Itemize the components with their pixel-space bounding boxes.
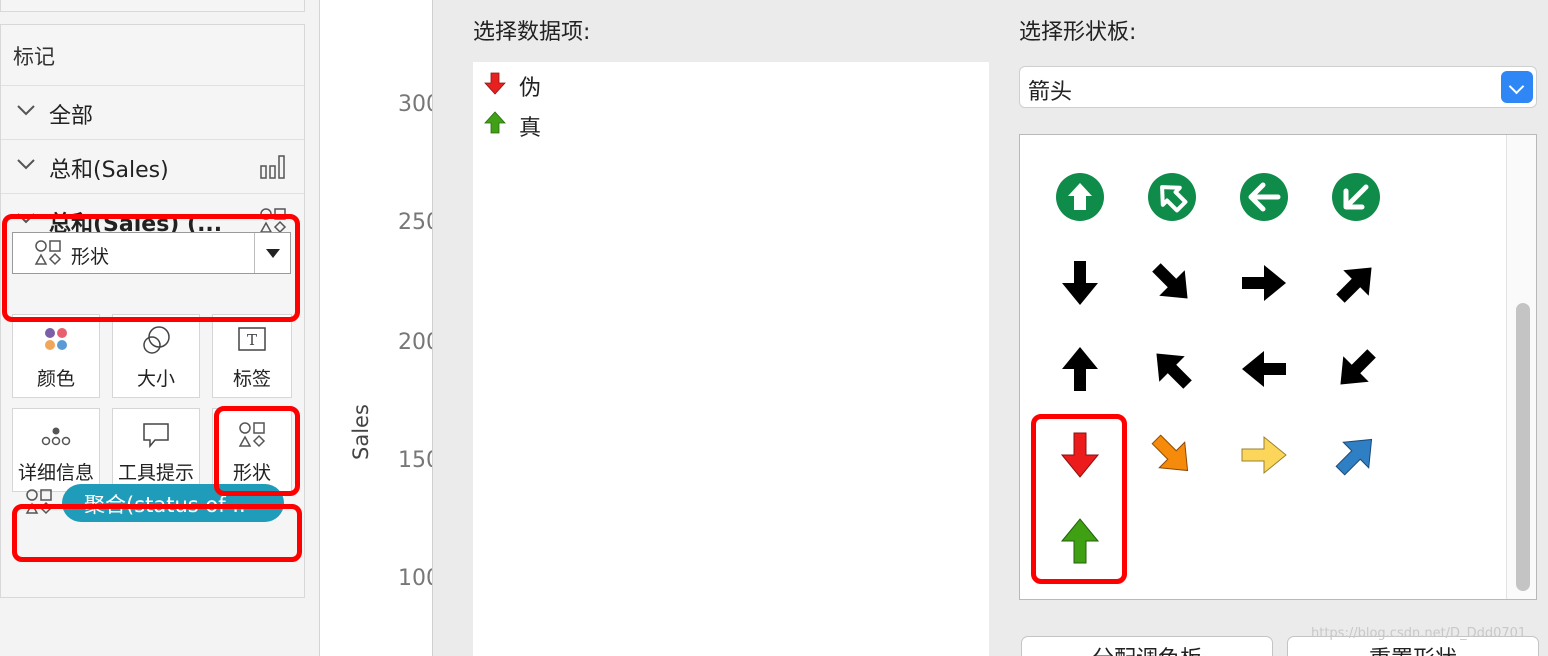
marks-row-all[interactable]: 全部 [1, 85, 304, 139]
label-label: 标签 [232, 368, 271, 390]
green-circle-up-arrow-icon[interactable] [1052, 169, 1108, 225]
shape-mark-icon [259, 208, 287, 234]
color-label: 颜色 [36, 368, 75, 390]
data-items-list: 伪 真 [473, 62, 989, 656]
black-up-arrow-icon[interactable] [1052, 341, 1108, 397]
data-item-label: 真 [519, 116, 542, 141]
label-button[interactable]: T 标签 [212, 314, 292, 398]
shape-palette-select[interactable]: 箭头 [1019, 66, 1537, 108]
shape-mark-icon [34, 240, 62, 266]
red-down-arrow-icon [484, 72, 506, 95]
detail-icon [41, 427, 71, 446]
field-pill[interactable]: 聚合(status of .. [62, 484, 284, 522]
size-icon [143, 326, 170, 354]
black-down-arrow-icon[interactable] [1052, 255, 1108, 311]
black-right-arrow-icon[interactable] [1236, 255, 1292, 311]
red-down-arrow-icon[interactable] [1052, 427, 1108, 483]
label-icon: T [238, 327, 266, 351]
green-circle-left-arrow-icon[interactable] [1236, 169, 1292, 225]
blue-up-right-arrow-icon[interactable] [1328, 427, 1384, 483]
size-label: 大小 [136, 368, 175, 390]
mark-type-select[interactable]: 形状 [12, 232, 291, 274]
watermark: https://blog.csdn.net/D_Ddd0701 [1311, 626, 1527, 641]
data-items-heading: 选择数据项: [473, 20, 591, 45]
orange-down-right-arrow-icon[interactable] [1144, 427, 1200, 483]
black-down-left-arrow-icon[interactable] [1328, 341, 1384, 397]
black-up-right-arrow-icon[interactable] [1328, 255, 1384, 311]
black-up-left-arrow-icon[interactable] [1144, 341, 1200, 397]
edit-shape-dialog: 选择数据项: 选择形状板: 伪 真 箭头 https://blog.csdn.n… [432, 0, 1548, 656]
green-circle-down-left-arrow-icon[interactable] [1328, 169, 1384, 225]
palette-heading: 选择形状板: [1019, 20, 1137, 45]
color-button[interactable]: 颜色 [12, 314, 100, 398]
svg-text:T: T [247, 331, 257, 349]
list-item[interactable]: 伪 [483, 68, 783, 101]
list-item[interactable]: 真 [483, 108, 783, 141]
marks-row-label: 全部 [49, 104, 94, 129]
shape-field-row: 聚合(status of .. [12, 480, 300, 526]
data-item-label: 伪 [519, 76, 542, 101]
chevron-down-icon[interactable] [15, 153, 37, 175]
y-axis-label: Sales [349, 404, 373, 460]
green-circle-up-left-arrow-icon[interactable] [1144, 169, 1200, 225]
filters-card [0, 0, 305, 12]
chevron-down-icon[interactable] [15, 207, 37, 229]
black-down-right-arrow-icon[interactable] [1144, 255, 1200, 311]
black-left-arrow-icon[interactable] [1236, 341, 1292, 397]
chevron-down-icon[interactable] [15, 99, 37, 121]
app-root: 标记 全部 总和(Sales) 总和(Sales) (... 形状 颜色 大小 … [0, 0, 1548, 656]
color-icon [45, 328, 67, 350]
marks-side-panel: 标记 全部 总和(Sales) 总和(Sales) (... 形状 颜色 大小 … [0, 0, 320, 656]
assign-palette-button[interactable]: 分配调色板 [1021, 636, 1273, 656]
tooltip-icon [143, 423, 169, 449]
green-up-arrow-icon [484, 111, 506, 134]
chart-area: 300 250 200 150 100 Sales [320, 0, 440, 656]
yellow-right-arrow-icon[interactable] [1236, 427, 1292, 483]
shape-palette-grid [1019, 134, 1537, 600]
mark-type-label: 形状 [71, 246, 110, 268]
chevron-down-icon[interactable] [1501, 71, 1533, 103]
shape-mark-icon [25, 489, 53, 515]
marks-row-label: 总和(Sales) [49, 158, 169, 183]
scrollbar-thumb[interactable] [1516, 303, 1530, 591]
size-button[interactable]: 大小 [112, 314, 200, 398]
scrollbar[interactable] [1506, 135, 1536, 599]
bar-mark-icon [260, 155, 285, 179]
marks-card-title: 标记 [13, 45, 55, 69]
dropdown-caret-icon[interactable] [254, 233, 290, 273]
marks-row-sum-sales[interactable]: 总和(Sales) [1, 139, 304, 193]
palette-select-value: 箭头 [1028, 80, 1073, 105]
green-up-arrow-icon[interactable] [1052, 513, 1108, 569]
shape-icon [238, 422, 266, 448]
